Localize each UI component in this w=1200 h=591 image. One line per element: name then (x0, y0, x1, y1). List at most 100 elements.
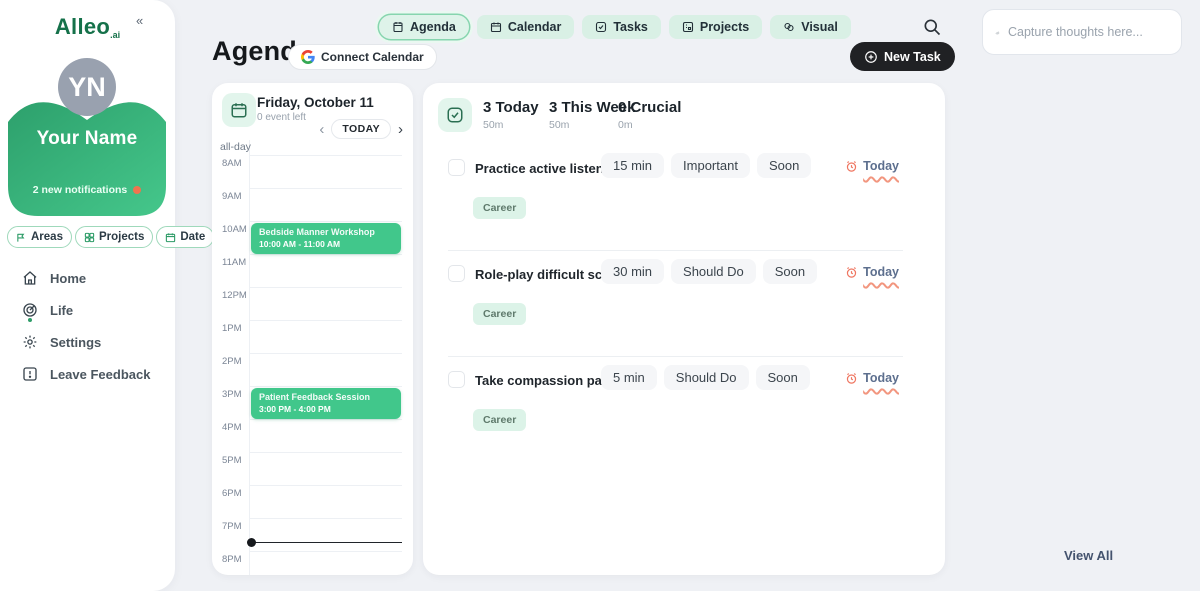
task-tag-career[interactable]: Career (473, 409, 526, 431)
projects-icon (84, 232, 95, 243)
next-day-icon[interactable]: › (398, 122, 403, 137)
calendar-icon (165, 232, 176, 243)
hour-label: 4PM (222, 422, 242, 433)
tab-visual[interactable]: Visual (770, 15, 851, 39)
sidebar-item-label: Life (50, 303, 73, 318)
hour-label: 9AM (222, 191, 242, 202)
calendar-header-icon-square (222, 93, 256, 127)
today-button[interactable]: TODAY (331, 119, 391, 139)
logo-text: Alleo (55, 14, 110, 39)
stat-value: 3 Today (483, 99, 539, 116)
task-duration-pill[interactable]: 15 min (601, 153, 664, 178)
task-when-pill[interactable]: Soon (757, 153, 811, 178)
task-checkbox[interactable] (448, 159, 465, 176)
plus-circle-icon (864, 50, 878, 64)
main-tabs: Agenda Calendar Tasks Projects Visual (379, 15, 851, 39)
hour-label: 10AM (222, 224, 247, 235)
tab-calendar[interactable]: Calendar (477, 15, 575, 39)
gear-icon (22, 334, 38, 350)
calendar-event[interactable]: Patient Feedback Session 3:00 PM - 4:00 … (251, 388, 401, 419)
tab-tasks[interactable]: Tasks (582, 15, 661, 39)
calendar-icon (490, 21, 502, 33)
tab-projects[interactable]: Projects (669, 15, 762, 39)
task-when-pill[interactable]: Soon (763, 259, 817, 284)
visual-icon (783, 21, 795, 33)
hour-label: 8PM (222, 554, 242, 565)
filter-projects[interactable]: Projects (75, 226, 153, 248)
task-due-today[interactable]: Today (845, 159, 899, 173)
filter-label: Projects (99, 231, 144, 243)
hour-label: 3PM (222, 389, 242, 400)
tab-agenda[interactable]: Agenda (379, 15, 469, 39)
notification-dot-icon (133, 186, 141, 194)
filter-date[interactable]: Date (156, 226, 214, 248)
google-logo-icon (301, 50, 315, 64)
task-due-today[interactable]: Today (845, 371, 899, 385)
task-priority-pill[interactable]: Should Do (664, 365, 749, 390)
task-duration-pill[interactable]: 5 min (601, 365, 657, 390)
projects-icon (682, 21, 694, 33)
calendar-nav: ‹ TODAY › (319, 119, 403, 139)
sidebar-item-leave-feedback[interactable]: Leave Feedback (22, 358, 150, 390)
filter-label: Date (180, 231, 205, 243)
sidebar-item-label: Home (50, 271, 86, 286)
prev-day-icon[interactable]: ‹ (319, 122, 324, 137)
task-duration-pill[interactable]: 30 min (601, 259, 664, 284)
hour-label: 12PM (222, 290, 247, 301)
task-due-label: Today (863, 159, 899, 173)
capture-thoughts-box (982, 9, 1182, 55)
task-divider (448, 356, 903, 357)
hour-label: 2PM (222, 356, 242, 367)
task-tag-career[interactable]: Career (473, 303, 526, 325)
search-icon[interactable] (922, 17, 944, 39)
life-target-icon (22, 302, 38, 318)
home-icon (22, 270, 38, 286)
task-row: Take compassion pause 5 min Should Do So… (423, 365, 945, 462)
task-due-today[interactable]: Today (845, 265, 899, 279)
task-pills: 15 min Important Soon (601, 153, 811, 178)
hour-gridlines (249, 140, 402, 575)
event-title: Patient Feedback Session (259, 392, 393, 402)
task-due-label: Today (863, 371, 899, 385)
avatar[interactable]: YN (58, 58, 116, 116)
collapse-sidebar-icon[interactable]: « (136, 13, 143, 28)
tasks-header-icon-square (438, 98, 472, 132)
tab-label: Agenda (410, 20, 456, 34)
capture-thoughts-input[interactable] (1008, 25, 1169, 39)
task-tag-career[interactable]: Career (473, 197, 526, 219)
alarm-clock-icon (845, 266, 858, 279)
filter-areas[interactable]: Areas (7, 226, 72, 248)
profile-name: Your Name (8, 128, 166, 150)
task-priority-pill[interactable]: Should Do (671, 259, 756, 284)
sidebar-item-home[interactable]: Home (22, 262, 150, 294)
tab-label: Calendar (508, 20, 562, 34)
new-task-button[interactable]: New Task (850, 42, 955, 71)
sidebar-item-label: Leave Feedback (50, 367, 150, 382)
tasks-icon (595, 21, 607, 33)
tab-label: Projects (700, 20, 749, 34)
task-checkbox[interactable] (448, 265, 465, 282)
new-task-label: New Task (884, 50, 941, 64)
task-row: Role-play difficult scenarios 30 min Sho… (423, 259, 945, 356)
alarm-clock-icon (845, 160, 858, 173)
calendar-event[interactable]: Bedside Manner Workshop 10:00 AM - 11:00… (251, 223, 401, 254)
alarm-clock-icon (845, 372, 858, 385)
tab-label: Visual (801, 20, 838, 34)
sidebar-item-life[interactable]: Life (22, 294, 150, 326)
task-when-pill[interactable]: Soon (756, 365, 810, 390)
task-checkbox[interactable] (448, 371, 465, 388)
view-all-link[interactable]: View All (1064, 548, 1113, 563)
event-time: 10:00 AM - 11:00 AM (259, 239, 393, 249)
task-due-label: Today (863, 265, 899, 279)
sidebar: Alleo.ai « YN Your Name 2 new notificati… (0, 0, 175, 591)
life-indicator-dot (28, 318, 32, 322)
connect-calendar-label: Connect Calendar (321, 50, 424, 64)
notifications-link[interactable]: 2 new notifications (8, 184, 166, 196)
sidebar-nav: Home Life Settings Leave Feedback (22, 262, 150, 390)
connect-calendar-button[interactable]: Connect Calendar (288, 44, 437, 70)
task-priority-pill[interactable]: Important (671, 153, 750, 178)
all-day-label: all-day (220, 141, 251, 153)
sidebar-item-settings[interactable]: Settings (22, 326, 150, 358)
sidebar-filters: Areas Projects Date (7, 226, 214, 248)
tab-label: Tasks (613, 20, 648, 34)
